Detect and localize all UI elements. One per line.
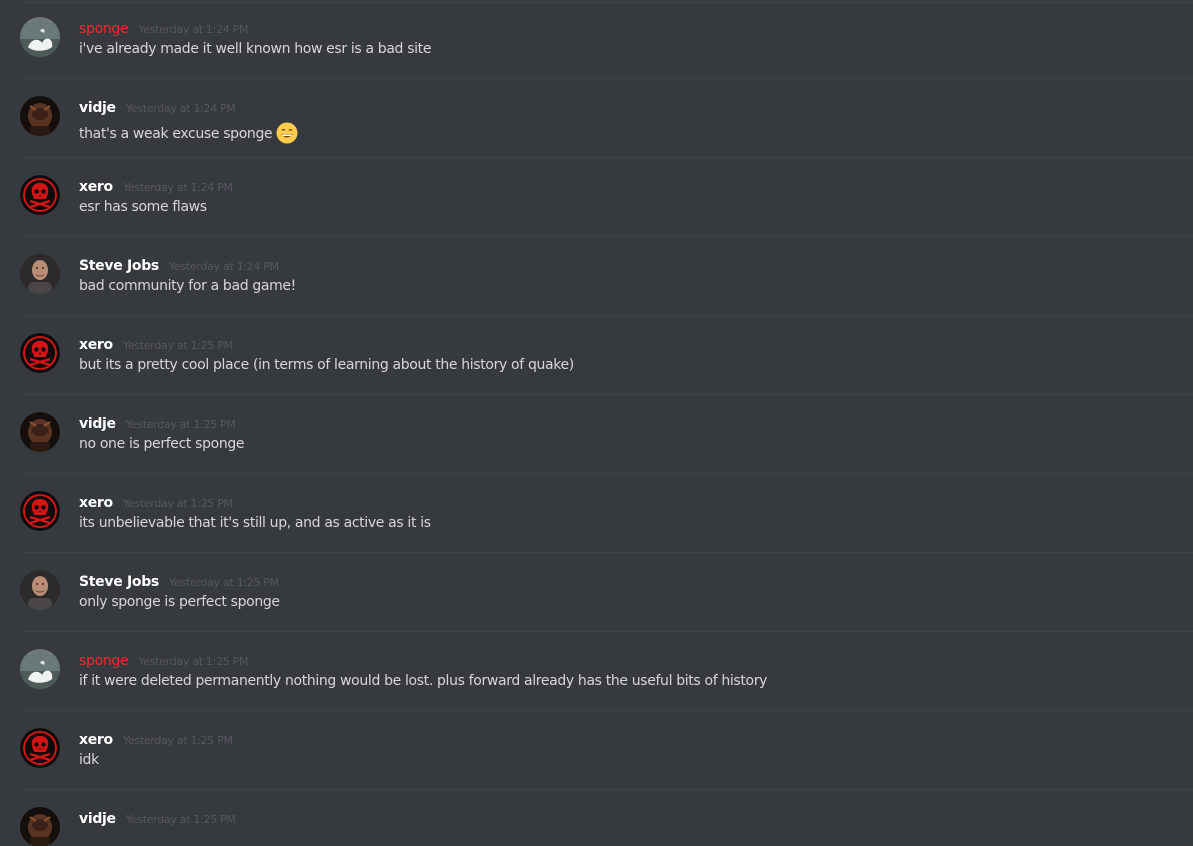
message-header: xero Yesterday at 1:25 PM [79, 492, 233, 511]
message-header: vidje Yesterday at 1:25 PM [79, 413, 236, 432]
author-name[interactable]: vidje [79, 811, 116, 827]
vidje-avatar[interactable] [20, 96, 60, 136]
skull-avatar[interactable] [20, 175, 60, 215]
message-text: bad community for a bad game! [79, 278, 296, 294]
timestamp: Yesterday at 1:24 PM [122, 181, 233, 194]
message-text: that's a weak excuse sponge [79, 122, 298, 144]
skull-avatar[interactable] [20, 333, 60, 373]
message-header: Steve Jobs Yesterday at 1:24 PM [79, 255, 279, 274]
vidje-avatar[interactable] [20, 412, 60, 452]
author-name[interactable]: vidje [79, 100, 116, 116]
message: Steve Jobs Yesterday at 1:24 PM bad comm… [20, 237, 1193, 316]
author-name[interactable]: Steve Jobs [79, 574, 159, 590]
vidje-avatar[interactable] [20, 807, 60, 846]
grinning-face-emoji [276, 122, 298, 144]
message-text: its unbelievable that it's still up, and… [79, 515, 431, 531]
message: xero Yesterday at 1:25 PM its unbelievab… [20, 474, 1193, 553]
message: sponge Yesterday at 1:25 PM if it were d… [20, 632, 1193, 711]
message-header: sponge Yesterday at 1:24 PM [79, 18, 249, 37]
message-text: no one is perfect sponge [79, 436, 245, 452]
timestamp: Yesterday at 1:25 PM [138, 655, 249, 668]
author-name[interactable]: xero [79, 337, 113, 353]
author-name[interactable]: vidje [79, 416, 116, 432]
message-text-body: that's a weak excuse sponge [79, 126, 273, 142]
timestamp: Yesterday at 1:25 PM [169, 576, 279, 589]
timestamp: Yesterday at 1:24 PM [138, 23, 249, 36]
timestamp: Yesterday at 1:24 PM [169, 260, 279, 273]
message-header: Steve Jobs Yesterday at 1:25 PM [79, 571, 279, 590]
skull-avatar[interactable] [20, 728, 60, 768]
message: xero Yesterday at 1:25 PM idk [20, 711, 1193, 790]
author-name[interactable]: xero [79, 495, 113, 511]
message: xero Yesterday at 1:25 PM but its a pret… [20, 316, 1193, 395]
message-text: i've already made it well known how esr … [79, 41, 432, 57]
author-name[interactable]: xero [79, 732, 113, 748]
message-text: but its a pretty cool place (in terms of… [79, 357, 574, 373]
sponge-avatar[interactable] [20, 649, 60, 689]
author-name[interactable]: sponge [79, 21, 129, 37]
message: vidje Yesterday at 1:25 PM no one is per… [20, 395, 1193, 474]
message: vidje Yesterday at 1:25 PM [20, 790, 1193, 846]
message: sponge Yesterday at 1:24 PM i've already… [20, 0, 1193, 79]
message-header: xero Yesterday at 1:25 PM [79, 334, 233, 353]
message-header: xero Yesterday at 1:25 PM [79, 729, 233, 748]
steve-jobs-avatar[interactable] [20, 254, 60, 294]
timestamp: Yesterday at 1:24 PM [125, 102, 236, 115]
sponge-avatar[interactable] [20, 17, 60, 57]
timestamp: Yesterday at 1:25 PM [122, 497, 233, 510]
message: vidje Yesterday at 1:24 PM that's a weak… [20, 79, 1193, 158]
steve-jobs-avatar[interactable] [20, 570, 60, 610]
author-name[interactable]: xero [79, 179, 113, 195]
message-header: vidje Yesterday at 1:24 PM [79, 97, 236, 116]
message: xero Yesterday at 1:24 PM esr has some f… [20, 158, 1193, 237]
chat-messages: sponge Yesterday at 1:24 PM i've already… [0, 0, 1193, 846]
timestamp: Yesterday at 1:25 PM [122, 734, 233, 747]
author-name[interactable]: Steve Jobs [79, 258, 159, 274]
timestamp: Yesterday at 1:25 PM [122, 339, 233, 352]
timestamp: Yesterday at 1:25 PM [125, 418, 236, 431]
message-header: sponge Yesterday at 1:25 PM [79, 650, 249, 669]
message-header: xero Yesterday at 1:24 PM [79, 176, 233, 195]
message-text: only sponge is perfect sponge [79, 594, 280, 610]
author-name[interactable]: sponge [79, 653, 129, 669]
message-text: idk [79, 752, 99, 768]
message-text: esr has some flaws [79, 199, 207, 215]
timestamp: Yesterday at 1:25 PM [125, 813, 236, 826]
message-text: if it were deleted permanently nothing w… [79, 673, 768, 689]
skull-avatar[interactable] [20, 491, 60, 531]
message-header: vidje Yesterday at 1:25 PM [79, 808, 236, 827]
message: Steve Jobs Yesterday at 1:25 PM only spo… [20, 553, 1193, 632]
